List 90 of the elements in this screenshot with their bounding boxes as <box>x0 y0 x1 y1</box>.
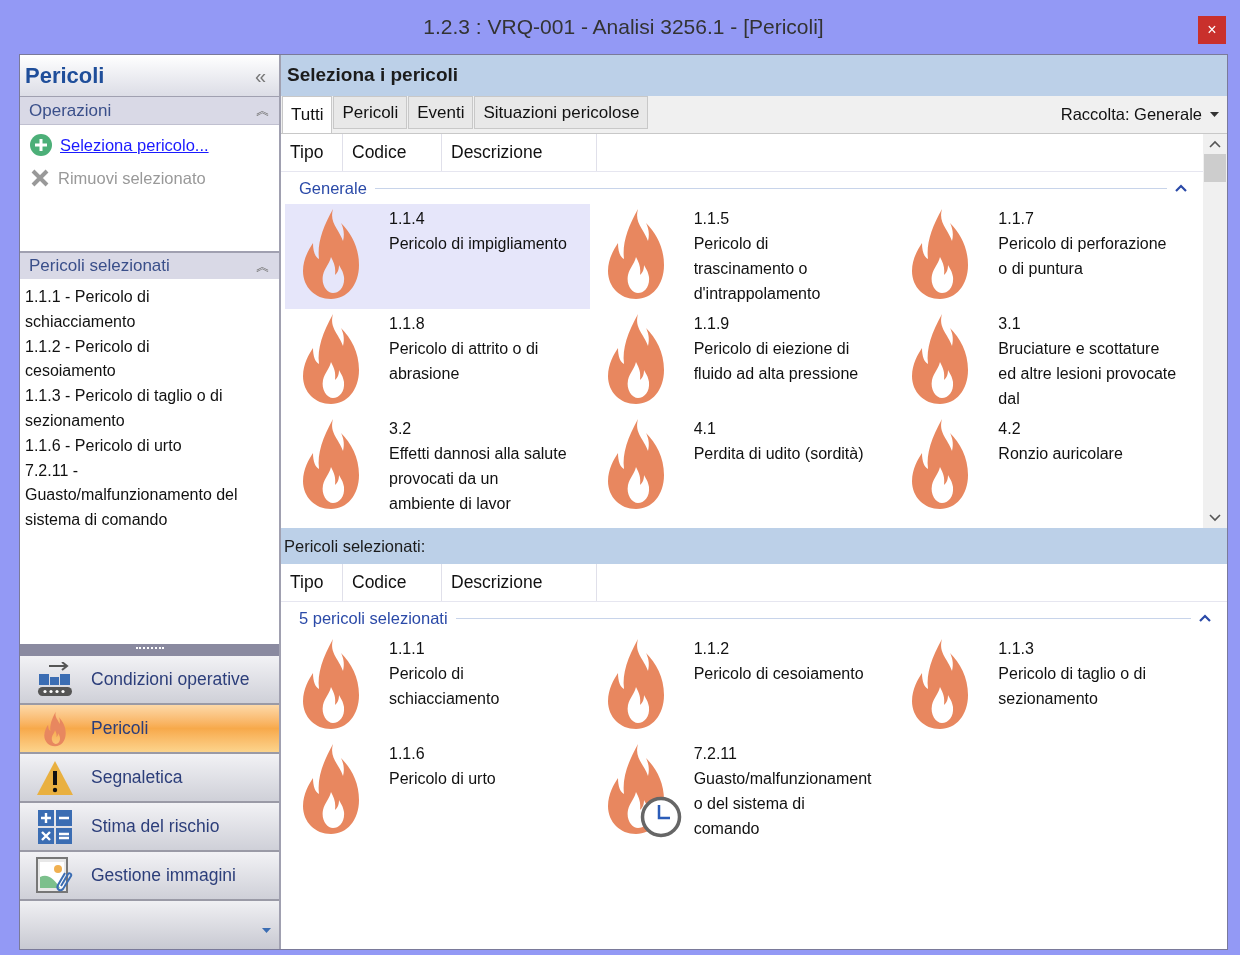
hazard-description: Pericolo di taglio o di sezionamento <box>998 664 1147 709</box>
selected-hazard-item[interactable]: 7.2.11 - Guasto/malfunzionamento del sistema di comando <box>25 458 243 533</box>
selected-hazard-item[interactable]: 1.1.2 - Pericolo di cesoiamento <box>25 334 243 385</box>
hazard-description: Effetti dannosi alla salute provocati da un ambiente di lavor <box>389 444 567 514</box>
hazard-description: Pericolo di trascinamento o d'intrappolamento <box>693 234 822 304</box>
hazard-tile[interactable]: 1.1.2 Pericolo di cesoiamento <box>589 634 895 739</box>
hazard-code: 1.1.3 <box>998 639 1035 659</box>
hazard-tile[interactable]: 1.1.4 Pericolo di impigliamento <box>285 204 590 309</box>
close-icon <box>30 168 50 189</box>
hazard-code: 7.2.11 <box>693 744 738 764</box>
hazard-description: Pericolo di cesoiamento <box>693 664 865 684</box>
panel-title: Seleziona i pericoli <box>287 63 459 88</box>
group-title: 5 pericoli selezionati <box>299 607 448 629</box>
panel-title: Pericoli selezionati: <box>284 535 426 557</box>
collapse-chevron-icon[interactable] <box>1199 614 1211 622</box>
window-title: 1.2.3 : VRQ-001 - Analisi 3256.1 - [Pericoli] <box>423 14 824 41</box>
hazard-code: 3.1 <box>998 314 1022 334</box>
hazard-tile[interactable]: 1.1.7 Pericolo di perforazione o di puntura <box>894 204 1199 309</box>
warning-icon <box>36 759 74 796</box>
group-title: Generale <box>299 177 367 199</box>
nav-item[interactable]: Pericoli <box>20 705 279 754</box>
hazard-tile[interactable]: 1.1.3 Pericolo di taglio o di sezionamento <box>894 634 1199 739</box>
column-header[interactable]: Codice <box>343 134 442 171</box>
tab[interactable]: Tutti <box>282 96 333 133</box>
column-header[interactable]: Tipo <box>281 134 343 171</box>
sidebar-title: Pericoli <box>25 62 105 90</box>
conveyor-icon <box>37 661 73 698</box>
selected-hazard-item[interactable]: 1.1.3 - Pericolo di taglio o di sezionamento <box>25 384 243 434</box>
selected-hazard-item[interactable]: 1.1.6 - Pericolo di urto <box>25 433 243 459</box>
selected-hazard-item[interactable]: 1.1.1 - Pericolo di schiacciamento <box>25 285 243 335</box>
hazard-code: 1.1.2 <box>693 639 731 659</box>
hazard-description: Guasto/malfunzionamento del sistema di comando <box>693 769 872 839</box>
nav-item[interactable]: Segnaletica <box>20 754 279 803</box>
collapse-chevron-icon[interactable] <box>1175 184 1187 192</box>
hazard-tile[interactable]: 3.1 Bruciature e scottature ed altre lesioni provocate dal <box>894 309 1199 414</box>
hazard-code: 1.1.9 <box>693 314 731 334</box>
hazard-description: Pericolo di urto <box>389 769 497 789</box>
dropdown-arrow-icon <box>1210 112 1219 117</box>
image-attachment-icon <box>36 856 74 895</box>
hazard-tile[interactable]: 1.1.6 Pericolo di urto <box>285 739 590 844</box>
close-button[interactable]: × <box>1198 16 1226 44</box>
hazard-code: 1.1.6 <box>389 744 426 764</box>
section-title: Pericoli selezionati <box>29 255 170 278</box>
hazard-tile[interactable]: 1.1.1 Pericolo di schiacciamento <box>285 634 590 739</box>
scrollbar[interactable] <box>1203 134 1227 528</box>
hazard-description: Pericolo di impigliamento <box>389 234 567 254</box>
hazard-description: Perdita di udito (sordità) <box>693 444 865 464</box>
hazard-description: Pericolo di attrito o di abrasione <box>389 339 540 384</box>
nav-item[interactable]: Condizioni operative <box>20 656 279 705</box>
plus-icon <box>30 134 52 157</box>
scroll-down-icon[interactable] <box>1209 514 1221 522</box>
hazard-tile[interactable]: 3.2 Effetti dannosi alla salute provocati da un ambiente di lavor <box>285 414 590 519</box>
calculator-icon <box>37 808 73 845</box>
flame-icon <box>42 710 68 747</box>
hazard-description: Pericolo di schiacciamento <box>389 664 501 709</box>
hazard-description: Ronzio auricolare <box>998 444 1124 464</box>
hazard-description: Pericolo di perforazione o di puntura <box>998 234 1168 279</box>
nav-item[interactable]: Gestione immagini <box>20 852 279 901</box>
hazard-code: 1.1.4 <box>389 209 426 229</box>
collapse-button[interactable]: « <box>254 60 274 91</box>
hazard-tile[interactable]: 4.2 Ronzio auricolare <box>894 414 1199 519</box>
section-title: Operazioni <box>29 99 112 122</box>
hazard-tile[interactable]: 7.2.11 Guasto/malfunzionamento del sistema di comando <box>589 739 895 844</box>
tab[interactable]: Situazioni pericolose <box>474 96 649 129</box>
nav-item[interactable]: Stima del rischio <box>20 803 279 852</box>
scroll-up-icon[interactable] <box>1209 140 1221 148</box>
hazard-code: 1.1.8 <box>389 314 426 334</box>
hazard-tile[interactable]: 1.1.9 Pericolo di eiezione di fluido ad alta pressione <box>589 309 895 414</box>
hazard-code: 1.1.1 <box>389 639 426 659</box>
collection-dropdown[interactable]: Raccolta: Generale <box>1060 102 1227 127</box>
hazard-tile[interactable]: 1.1.8 Pericolo di attrito o di abrasione <box>285 309 590 414</box>
select-link[interactable]: Seleziona pericolo... <box>60 133 209 158</box>
hazard-tile[interactable]: 1.1.5 Pericolo di trascinamento o d'intrappolamento <box>589 204 895 309</box>
splitter-handle[interactable] <box>20 644 279 656</box>
hazard-description: Pericolo di eiezione di fluido ad alta pressione <box>693 339 860 384</box>
hazard-code: 4.1 <box>693 419 717 439</box>
column-header[interactable]: Descrizione <box>442 564 597 601</box>
column-header[interactable]: Descrizione <box>442 134 597 171</box>
column-header[interactable]: Codice <box>343 564 442 601</box>
tab[interactable]: Pericoli <box>333 96 408 129</box>
hazard-tile[interactable]: 4.1 Perdita di udito (sordità) <box>589 414 895 519</box>
hazard-description: Bruciature e scottature ed altre lesioni provocate dal <box>998 339 1177 409</box>
column-header[interactable]: Tipo <box>281 564 343 601</box>
scroll-thumb[interactable] <box>1204 154 1226 182</box>
hazard-code: 1.1.7 <box>998 209 1035 229</box>
hazard-code: 4.2 <box>998 419 1022 439</box>
dropdown-arrow-icon[interactable] <box>262 928 271 933</box>
hazard-code: 1.1.5 <box>693 209 731 229</box>
hazard-code: 3.2 <box>389 419 413 439</box>
tab[interactable]: Eventi <box>408 96 474 129</box>
